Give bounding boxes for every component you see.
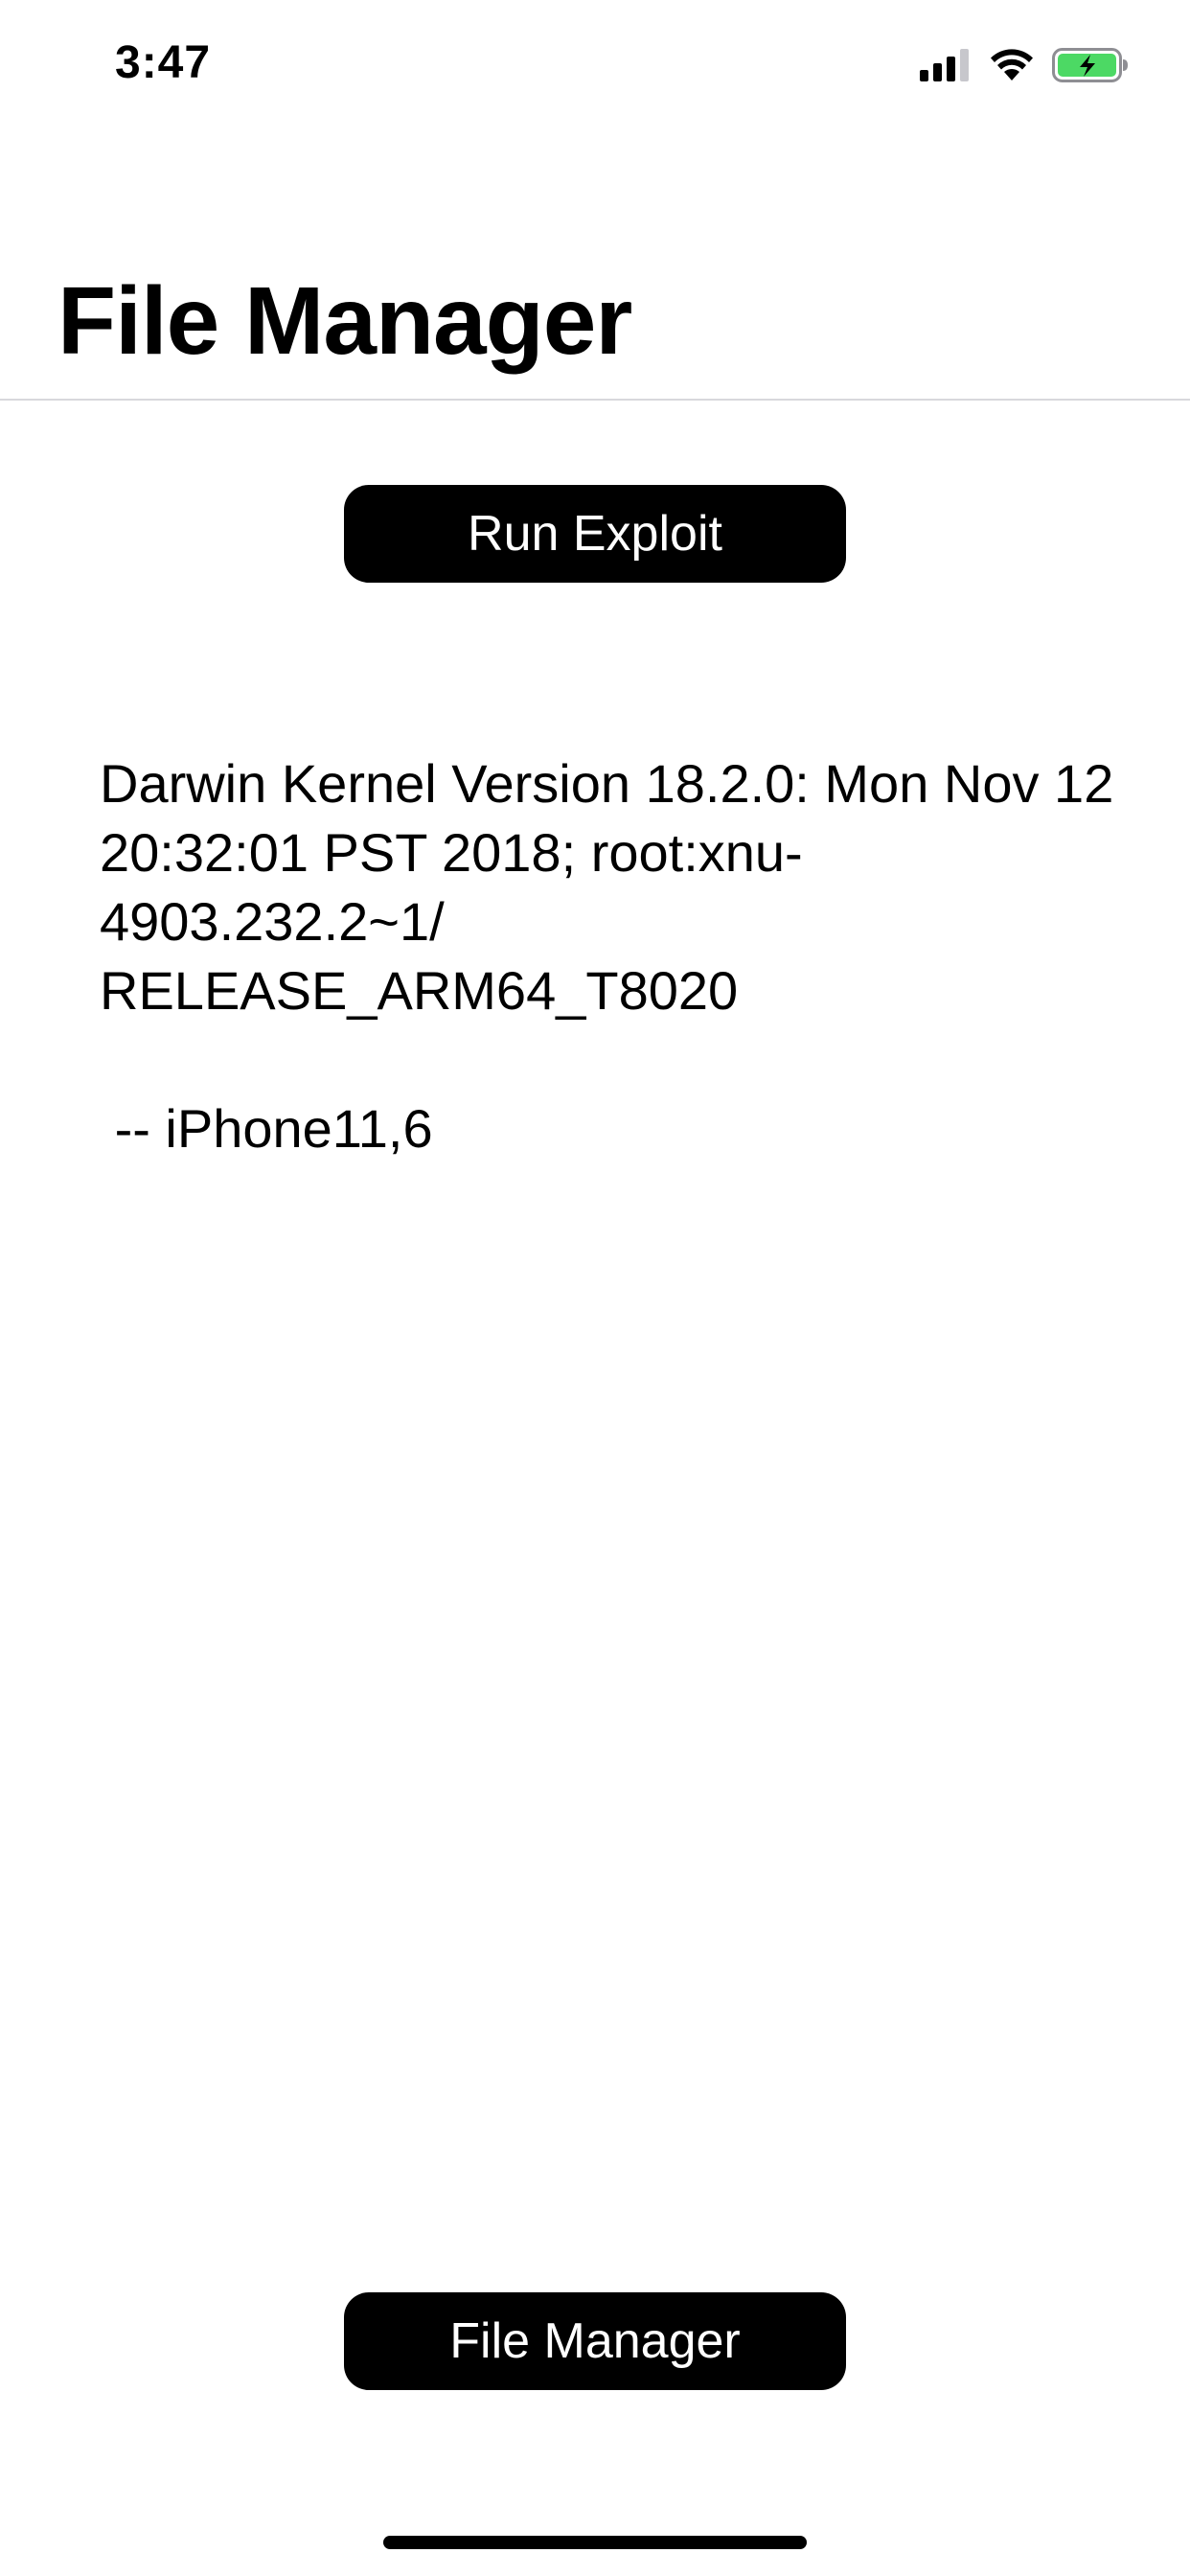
- status-bar: 3:47: [0, 0, 1190, 126]
- run-exploit-button[interactable]: Run Exploit: [344, 485, 846, 583]
- navigation-bar: File Manager: [0, 230, 1190, 401]
- file-manager-button[interactable]: File Manager: [344, 2292, 846, 2390]
- status-time: 3:47: [115, 37, 212, 88]
- status-icons: [920, 44, 1129, 86]
- battery-charging-icon: [1052, 48, 1128, 82]
- kernel-output-text: Darwin Kernel Version 18.2.0: Mon Nov 12…: [100, 753, 1114, 1159]
- wifi-icon: [991, 49, 1033, 80]
- page-title: File Manager: [57, 267, 632, 375]
- cellular-signal-icon: [920, 49, 969, 81]
- home-indicator[interactable]: [383, 2536, 807, 2549]
